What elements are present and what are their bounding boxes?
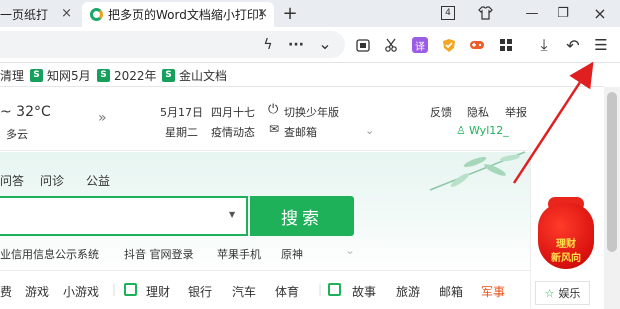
- search-button[interactable]: 搜索: [250, 196, 354, 236]
- download-icon[interactable]: ⤓: [534, 35, 554, 55]
- nav-item[interactable]: 邮箱: [439, 283, 463, 300]
- youth-mode-link[interactable]: 切换少年版: [284, 104, 339, 120]
- tab-count-button[interactable]: 4: [437, 3, 459, 23]
- chevron-down-icon[interactable]: ⌄: [315, 33, 335, 53]
- hot-search-item[interactable]: 业信用信息公示系统: [0, 246, 99, 262]
- bookmark-item[interactable]: 清理: [0, 67, 24, 83]
- finance-group-icon: [124, 283, 137, 296]
- nav-item[interactable]: 小游戏: [63, 283, 99, 300]
- bookmark-item[interactable]: S 金山文档: [162, 67, 227, 83]
- lunar-date: 四月十七: [211, 106, 255, 119]
- skin-tshirt-icon[interactable]: [474, 3, 496, 23]
- hero-link-consult[interactable]: 问诊: [40, 172, 64, 189]
- reader-icon[interactable]: [353, 35, 373, 55]
- divider: |: [112, 282, 117, 296]
- nav-item[interactable]: 体育: [275, 283, 299, 300]
- shield-extension-icon[interactable]: [439, 35, 459, 55]
- bookmark-label: 2022年: [114, 68, 157, 83]
- bookmark-item[interactable]: S 2022年: [97, 67, 157, 83]
- gamepad-icon[interactable]: [467, 35, 487, 55]
- undo-icon[interactable]: ↶: [563, 35, 583, 55]
- nav-item[interactable]: 理财: [146, 283, 170, 300]
- expand-chevron-icon[interactable]: »: [98, 110, 107, 126]
- nav-item[interactable]: 故事: [352, 283, 376, 300]
- hot-search-item[interactable]: 原神: [281, 246, 303, 262]
- nav-item[interactable]: 银行: [188, 283, 212, 300]
- close-tab-icon[interactable]: ×: [61, 6, 72, 21]
- bookmark-label: 金山文档: [179, 68, 228, 83]
- lucky-bag-text[interactable]: 理财 新风向: [538, 238, 594, 266]
- hot-search-item[interactable]: 苹果手机: [217, 246, 261, 262]
- epidemic-link[interactable]: 疫情动态: [211, 124, 255, 140]
- restore-button[interactable]: ❐: [552, 3, 574, 23]
- scissors-icon[interactable]: [381, 35, 401, 55]
- bookmark-item[interactable]: S 知网5月: [30, 67, 91, 83]
- minimize-button[interactable]: —: [521, 3, 543, 23]
- weekday-text: 星期二: [165, 126, 198, 139]
- search-input[interactable]: [0, 196, 248, 236]
- leisure-button[interactable]: ☆ 娱乐: [535, 281, 590, 305]
- feedback-link[interactable]: 反馈: [430, 104, 452, 120]
- s-bookmark-icon: S: [30, 68, 43, 82]
- close-tab-icon[interactable]: ×: [257, 6, 268, 21]
- bookmark-label: 知网5月: [47, 68, 91, 83]
- lightning-icon[interactable]: ϟ: [258, 35, 278, 55]
- leisure-label: 娱乐: [558, 287, 581, 300]
- star-icon: ☆: [544, 286, 555, 300]
- tab-first[interactable]: 一页纸打 ×: [0, 2, 78, 27]
- bag-line1: 理财: [556, 239, 576, 250]
- browser-tab-icon: [90, 8, 103, 21]
- user-name[interactable]: Wyl12_: [469, 124, 509, 137]
- hot-search-item[interactable]: 抖音 官网登录: [124, 246, 194, 262]
- tab-title: 把多页的Word文档缩小打印到: [108, 8, 263, 22]
- new-tab-button[interactable]: +: [279, 3, 301, 24]
- privacy-link[interactable]: 隐私: [467, 104, 489, 120]
- hero-link-charity[interactable]: 公益: [86, 172, 110, 189]
- translate-label: 译: [412, 37, 428, 53]
- tab-active[interactable]: 把多页的Word文档缩小打印到 ×: [82, 2, 274, 27]
- nav-item[interactable]: 旅游: [396, 283, 420, 300]
- scrollbar-thumb[interactable]: [607, 92, 617, 252]
- divider: |: [318, 282, 323, 296]
- power-icon: ⏻: [268, 102, 279, 117]
- nav-item[interactable]: 费: [0, 283, 12, 300]
- bamboo-decoration-icon: [429, 151, 526, 191]
- nav-item[interactable]: 汽车: [232, 283, 256, 300]
- tab-title: 一页纸打: [0, 8, 49, 22]
- s-bookmark-icon: S: [97, 68, 110, 82]
- tab-count: 4: [441, 6, 455, 20]
- hot-more-chevron-icon[interactable]: ⌄: [345, 243, 355, 257]
- mail-icon: ✉: [269, 122, 280, 136]
- apps-grid-icon[interactable]: [496, 35, 516, 55]
- translate-icon[interactable]: 译: [410, 35, 430, 55]
- weather-condition: 多云: [6, 128, 28, 141]
- user-avatar-icon: ♙: [456, 124, 466, 137]
- weather-temp[interactable]: ~ 32°C: [0, 104, 51, 120]
- more-icon[interactable]: ···: [286, 35, 306, 55]
- nav-item[interactable]: 游戏: [25, 283, 49, 300]
- story-group-icon: [328, 283, 341, 296]
- date-text: 5月17日: [160, 106, 203, 119]
- close-window-button[interactable]: ×: [589, 3, 611, 23]
- menu-icon[interactable]: ☰: [591, 35, 611, 55]
- nav-item-military[interactable]: 军事: [481, 283, 505, 300]
- hero-link-qa[interactable]: 问答: [0, 172, 24, 189]
- mail-dropdown-icon[interactable]: ⌄: [365, 124, 374, 137]
- bookmark-label: 清理: [0, 68, 25, 83]
- check-mail-link[interactable]: 查邮箱: [284, 124, 317, 140]
- s-bookmark-icon: S: [162, 68, 175, 82]
- search-dropdown-icon[interactable]: ▼: [229, 210, 235, 219]
- bag-line2: 新风向: [551, 253, 581, 264]
- report-link[interactable]: 举报: [505, 104, 527, 120]
